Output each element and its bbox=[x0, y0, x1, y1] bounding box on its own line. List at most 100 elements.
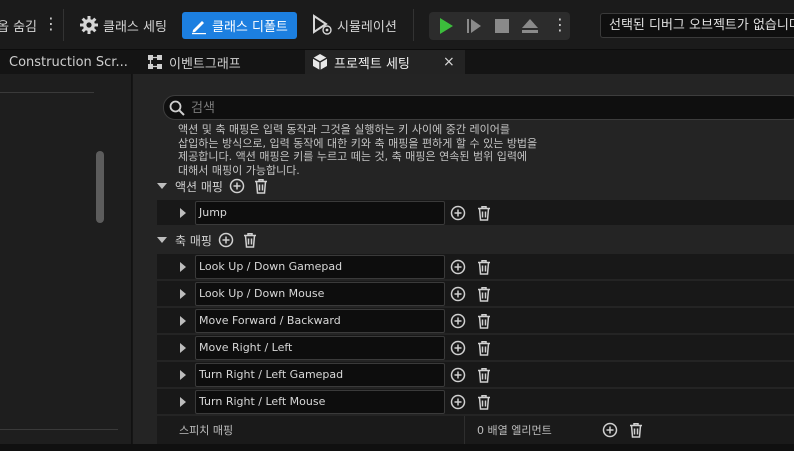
plus-circle-icon bbox=[218, 232, 234, 248]
action-mappings-header[interactable]: 액션 매핑 bbox=[157, 173, 794, 199]
add-key-button[interactable] bbox=[450, 313, 466, 332]
add-speech-mapping-button[interactable] bbox=[602, 422, 618, 441]
add-axis-mapping-button[interactable] bbox=[218, 232, 234, 248]
add-key-button[interactable] bbox=[450, 286, 466, 305]
mapping-name-field[interactable]: Move Forward / Backward bbox=[195, 309, 445, 333]
add-key-button[interactable] bbox=[450, 205, 466, 224]
axis-mapping-row: Turn Right / Left Gamepad bbox=[157, 362, 794, 388]
expand-arrow-icon[interactable] bbox=[179, 343, 187, 353]
mapping-name-field[interactable]: Look Up / Down Mouse bbox=[195, 282, 445, 306]
class-defaults-button[interactable]: 클래스 디폴트 bbox=[182, 12, 297, 39]
toolbar-separator bbox=[413, 9, 414, 41]
delete-mapping-button[interactable] bbox=[476, 259, 492, 278]
description-line: 제공합니다. 액션 매핑은 키를 누르고 떼는 것, 축 매핑은 연속된 범위 … bbox=[178, 150, 528, 163]
search-icon bbox=[169, 100, 185, 116]
stop-icon bbox=[495, 19, 509, 33]
axis-mapping-row: Look Up / Down Mouse bbox=[157, 281, 794, 307]
tab-label: 프로젝트 세팅 bbox=[334, 56, 410, 72]
hide-button[interactable]: 옵 숨김 bbox=[0, 0, 37, 50]
mapping-name-field[interactable]: Look Up / Down Gamepad bbox=[195, 255, 445, 279]
eject-button[interactable] bbox=[517, 12, 543, 40]
mapping-name-field[interactable]: Jump bbox=[195, 201, 445, 225]
trash-icon bbox=[478, 260, 490, 275]
axis-mappings-header[interactable]: 축 매핑 bbox=[157, 227, 794, 253]
expand-arrow-icon[interactable] bbox=[179, 208, 187, 218]
plus-circle-icon bbox=[450, 394, 466, 410]
plus-circle-icon bbox=[450, 286, 466, 302]
expand-arrow-icon[interactable] bbox=[157, 181, 167, 191]
tab-event-graph[interactable]: 이벤트그래프 bbox=[147, 50, 297, 74]
description-line: 액션 및 축 매핑은 입력 동작과 그것을 실행하는 키 사이에 중간 레이어를 bbox=[178, 123, 510, 136]
add-key-button[interactable] bbox=[450, 259, 466, 278]
tab-project-settings[interactable]: 프로젝트 세팅 bbox=[305, 50, 465, 74]
scrollbar-thumb[interactable] bbox=[96, 151, 104, 223]
action-mapping-row: Jump bbox=[157, 200, 794, 226]
tab-construction-script[interactable]: Construction Scr... bbox=[0, 50, 133, 74]
expand-arrow-icon[interactable] bbox=[157, 235, 167, 245]
search-box[interactable] bbox=[163, 95, 794, 120]
expand-arrow-icon[interactable] bbox=[179, 316, 187, 326]
hide-label: 옵 숨김 bbox=[0, 19, 38, 35]
mapping-name-field[interactable]: Turn Right / Left Mouse bbox=[195, 390, 445, 414]
left-panel bbox=[0, 74, 132, 444]
add-key-button[interactable] bbox=[450, 340, 466, 359]
speech-mappings-label: 스피치 매핑 bbox=[179, 424, 234, 437]
expand-arrow-icon[interactable] bbox=[179, 370, 187, 380]
main-toolbar: 옵 숨김 ⋮ 클래스 세팅 클래스 디폴트 시뮬레이션 ⋮ 선택된 디버그 오브… bbox=[0, 0, 794, 50]
toolbar-separator bbox=[63, 9, 64, 41]
expand-arrow-icon[interactable] bbox=[179, 262, 187, 272]
trash-icon bbox=[630, 423, 642, 438]
search-input[interactable] bbox=[191, 98, 751, 118]
graph-icon bbox=[148, 55, 162, 69]
plus-circle-icon bbox=[450, 367, 466, 383]
clear-speech-mappings-button[interactable] bbox=[628, 422, 644, 441]
step-button[interactable] bbox=[461, 12, 487, 40]
project-settings-panel: 액션 및 축 매핑은 입력 동작과 그것을 실행하는 키 사이에 중간 레이어를… bbox=[133, 74, 794, 444]
trash-icon bbox=[478, 395, 490, 410]
class-settings-label: 클래스 세팅 bbox=[103, 19, 167, 35]
eject-icon bbox=[522, 19, 538, 33]
trash-icon bbox=[478, 287, 490, 302]
expand-arrow-icon[interactable] bbox=[179, 289, 187, 299]
mapping-name-field[interactable]: Turn Right / Left Gamepad bbox=[195, 363, 445, 387]
section-label: 축 매핑 bbox=[175, 233, 212, 248]
section-label: 액션 매핑 bbox=[175, 179, 223, 194]
more-options-icon[interactable]: ⋮ bbox=[43, 16, 59, 32]
axis-mapping-row: Move Forward / Backward bbox=[157, 308, 794, 334]
plus-circle-icon bbox=[229, 178, 245, 194]
trash-icon bbox=[478, 368, 490, 383]
add-key-button[interactable] bbox=[450, 367, 466, 386]
clear-axis-mappings-button[interactable] bbox=[242, 232, 258, 248]
clear-action-mappings-button[interactable] bbox=[253, 178, 269, 194]
class-settings-button[interactable]: 클래스 세팅 bbox=[79, 0, 167, 50]
play-controls: ⋮ bbox=[429, 12, 570, 40]
expand-arrow-icon[interactable] bbox=[179, 397, 187, 407]
trash-icon bbox=[478, 206, 490, 221]
edit-pencil-icon bbox=[192, 20, 206, 34]
close-tab-icon[interactable]: × bbox=[443, 54, 455, 70]
mapping-name-field[interactable]: Move Right / Left bbox=[195, 336, 445, 360]
stop-button[interactable] bbox=[489, 12, 515, 40]
plus-circle-icon bbox=[450, 340, 466, 356]
tab-label: 이벤트그래프 bbox=[169, 56, 241, 72]
mapping-description: 액션 및 축 매핑은 입력 동작과 그것을 실행하는 키 사이에 중간 레이어를… bbox=[178, 123, 618, 177]
debug-object-select[interactable]: 선택된 디버그 오브젝트가 없습니다 bbox=[600, 13, 794, 38]
plus-circle-icon bbox=[602, 422, 618, 438]
delete-mapping-button[interactable] bbox=[476, 205, 492, 224]
delete-mapping-button[interactable] bbox=[476, 367, 492, 386]
delete-mapping-button[interactable] bbox=[476, 340, 492, 359]
column-divider bbox=[464, 416, 465, 444]
add-action-mapping-button[interactable] bbox=[229, 178, 245, 194]
add-key-button[interactable] bbox=[450, 394, 466, 413]
delete-mapping-button[interactable] bbox=[476, 286, 492, 305]
play-options-icon[interactable]: ⋮ bbox=[552, 17, 568, 33]
delete-mapping-button[interactable] bbox=[476, 394, 492, 413]
axis-mapping-row: Turn Right / Left Mouse bbox=[157, 389, 794, 415]
simulation-button[interactable]: 시뮬레이션 bbox=[311, 0, 397, 50]
delete-mapping-button[interactable] bbox=[476, 313, 492, 332]
gear-icon bbox=[80, 16, 98, 34]
plus-circle-icon bbox=[450, 205, 466, 221]
settings-cube-icon bbox=[312, 54, 328, 70]
play-button[interactable] bbox=[433, 12, 459, 40]
status-bar bbox=[0, 444, 794, 451]
